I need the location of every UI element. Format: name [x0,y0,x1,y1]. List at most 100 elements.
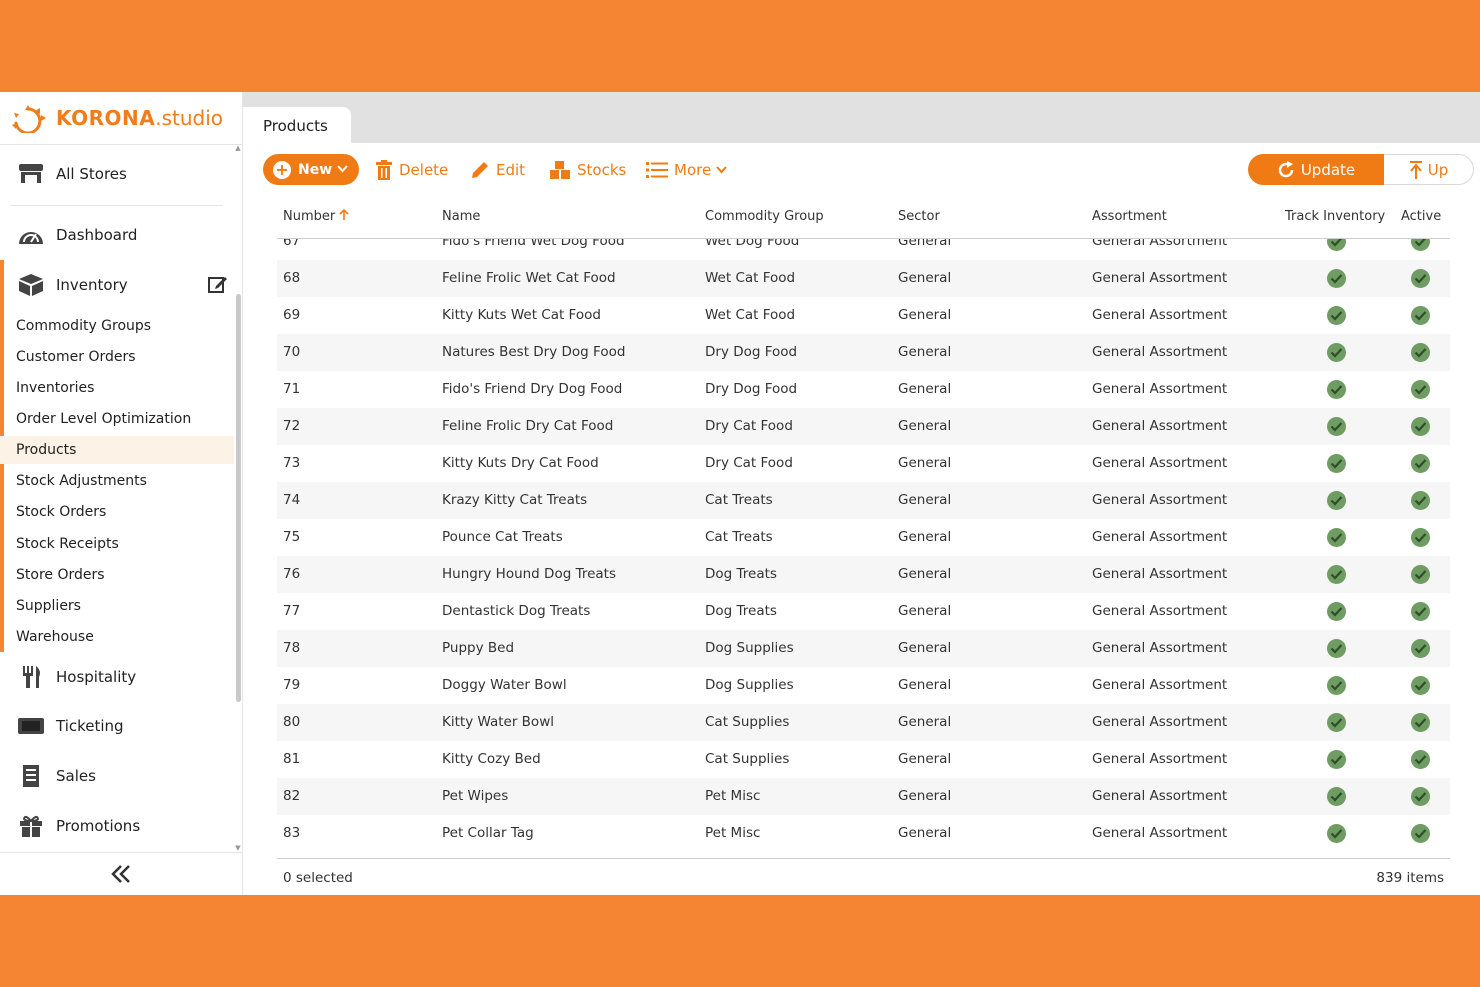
cell-sector: General [898,270,952,286]
active-check-icon [1411,565,1430,584]
delete-button[interactable]: Delete [375,154,448,185]
scrollbar-thumb[interactable] [236,294,241,702]
tab-bar: Products [243,92,1480,144]
table-row[interactable]: 82 Pet Wipes Pet Misc General General Assort… [277,778,1450,815]
cell-assortment: General Assortment [1092,270,1228,286]
update-button-label: Update [1300,160,1356,179]
table-row[interactable]: 73 Kitty Kuts Dry Cat Food Dry Cat Food Gen… [277,445,1450,482]
nav-stock-receipts[interactable]: Stock Receipts [0,530,234,558]
sidebar-scrollbar[interactable]: ▲ ▼ [234,144,242,854]
refresh-icon [1278,160,1294,177]
nav-inventory[interactable]: Inventory [0,265,234,305]
stocks-button-label: Stocks [577,160,627,179]
nav-ticketing[interactable]: Ticketing [0,706,234,746]
cell-commodity-group: Wet Cat Food [705,307,796,323]
column-header-commodity-group[interactable]: Commodity Group [705,209,824,224]
up-button[interactable]: Up [1384,154,1474,185]
cell-commodity-group: Dog Supplies [705,640,794,656]
nav-customer-orders[interactable]: Customer Orders [0,343,234,371]
nav-dashboard-label: Dashboard [56,226,138,244]
table-row[interactable]: 74 Krazy Kitty Cat Treats Cat Treats Genera… [277,482,1450,519]
active-check-icon [1411,639,1430,658]
cell-sector: General [898,714,952,730]
cell-assortment: General Assortment [1092,566,1228,582]
table-row[interactable]: 71 Fido's Friend Dry Dog Food Dry Dog Food… [277,371,1450,408]
nav-promotions[interactable]: Promotions [0,806,234,846]
nav-store-orders[interactable]: Store Orders [0,561,234,589]
more-button[interactable]: More [646,154,727,185]
table-row[interactable]: 72 Feline Frolic Dry Cat Food Dry Cat Food… [277,408,1450,445]
edit-button[interactable]: Edit [470,154,525,185]
table-row[interactable]: 83 Pet Collar Tag Pet Misc General General A… [277,815,1450,852]
nav-stock-adjustments[interactable]: Stock Adjustments [0,467,234,495]
edit-favorites-icon[interactable] [208,275,228,293]
logo[interactable]: KORONA.studio [10,102,223,134]
nav-products[interactable]: Products [0,436,234,464]
cell-number: 80 [283,714,301,730]
table-row[interactable]: 81 Kitty Cozy Bed Cat Supplies General Gener… [277,741,1450,778]
nav-order-level-optimization[interactable]: Order Level Optimization [0,405,234,433]
scroll-up-arrow-icon[interactable]: ▲ [235,144,241,152]
table-row[interactable]: 69 Kitty Kuts Wet Cat Food Wet Cat Food Gen… [277,297,1450,334]
track-inventory-check-icon [1327,602,1346,621]
cell-sector: General [898,307,952,323]
cell-commodity-group: Dog Treats [705,566,777,582]
nav-hospitality[interactable]: Hospitality [0,657,234,697]
track-inventory-check-icon [1327,454,1346,473]
stocks-button[interactable]: Stocks [549,154,626,185]
table-row[interactable]: 68 Feline Frolic Wet Cat Food Wet Cat Food… [277,260,1450,297]
cell-assortment: General Assortment [1092,455,1228,471]
gift-icon [16,814,46,838]
new-button-label: New [298,161,333,178]
nav-dashboard[interactable]: Dashboard [0,215,234,255]
column-header-active[interactable]: Active [1401,209,1441,224]
column-header-track-inventory[interactable]: Track Inventory [1285,209,1385,224]
table-row[interactable]: 76 Hungry Hound Dog Treats Dog Treats Gener… [277,556,1450,593]
table-row[interactable]: 80 Kitty Water Bowl Cat Supplies General Gen… [277,704,1450,741]
column-header-name[interactable]: Name [442,209,480,224]
nav-suppliers[interactable]: Suppliers [0,592,234,620]
nav-warehouse[interactable]: Warehouse [0,623,234,651]
chevron-down-icon [337,163,348,176]
active-check-icon [1411,676,1430,695]
table-row[interactable]: 75 Pounce Cat Treats Cat Treats General Gene… [277,519,1450,556]
cell-commodity-group: Dry Cat Food [705,418,793,434]
table-row[interactable]: 67 Fido's Friend Wet Dog Food Wet Dog Food… [277,239,1450,260]
cell-assortment: General Assortment [1092,381,1228,397]
table-row[interactable]: 70 Natures Best Dry Dog Food Dry Dog Food G… [277,334,1450,371]
cell-name: Kitty Kuts Dry Cat Food [442,455,599,471]
fork-knife-icon [16,665,46,689]
column-header-assortment[interactable]: Assortment [1092,209,1167,224]
track-inventory-check-icon [1327,417,1346,436]
nav-inventories[interactable]: Inventories [0,374,234,402]
cell-commodity-group: Wet Cat Food [705,270,796,286]
active-check-icon [1411,528,1430,547]
cell-name: Krazy Kitty Cat Treats [442,492,588,508]
nav-all-stores[interactable]: All Stores [0,154,234,194]
cell-assortment: General Assortment [1092,677,1228,693]
nav-ticketing-label: Ticketing [56,717,124,735]
cell-name: Kitty Cozy Bed [442,751,541,767]
nav-commodity-groups[interactable]: Commodity Groups [0,312,234,340]
cell-number: 68 [283,270,301,286]
cell-commodity-group: Wet Dog Food [705,239,800,249]
cell-number: 83 [283,825,301,841]
cell-number: 82 [283,788,301,804]
collapse-sidebar-button[interactable] [0,852,242,895]
new-button[interactable]: + New [263,154,359,185]
nav-stock-orders[interactable]: Stock Orders [0,498,234,526]
update-button[interactable]: Update [1248,154,1384,185]
cell-number: 78 [283,640,301,656]
products-table: Number Name Commodity Group Sector Assor… [277,195,1450,895]
active-check-icon [1411,713,1430,732]
table-row[interactable]: 78 Puppy Bed Dog Supplies General General As… [277,630,1450,667]
column-header-number[interactable]: Number [283,208,349,224]
column-header-sector[interactable]: Sector [898,209,940,224]
tab-products[interactable]: Products [243,107,351,144]
table-row[interactable]: 79 Doggy Water Bowl Dog Supplies General Gen… [277,667,1450,704]
nav-sales[interactable]: Sales [0,756,234,796]
table-row[interactable]: 77 Dentastick Dog Treats Dog Treats General… [277,593,1450,630]
list-icon [646,161,668,178]
scroll-down-arrow-icon[interactable]: ▼ [235,844,241,852]
track-inventory-check-icon [1327,528,1346,547]
